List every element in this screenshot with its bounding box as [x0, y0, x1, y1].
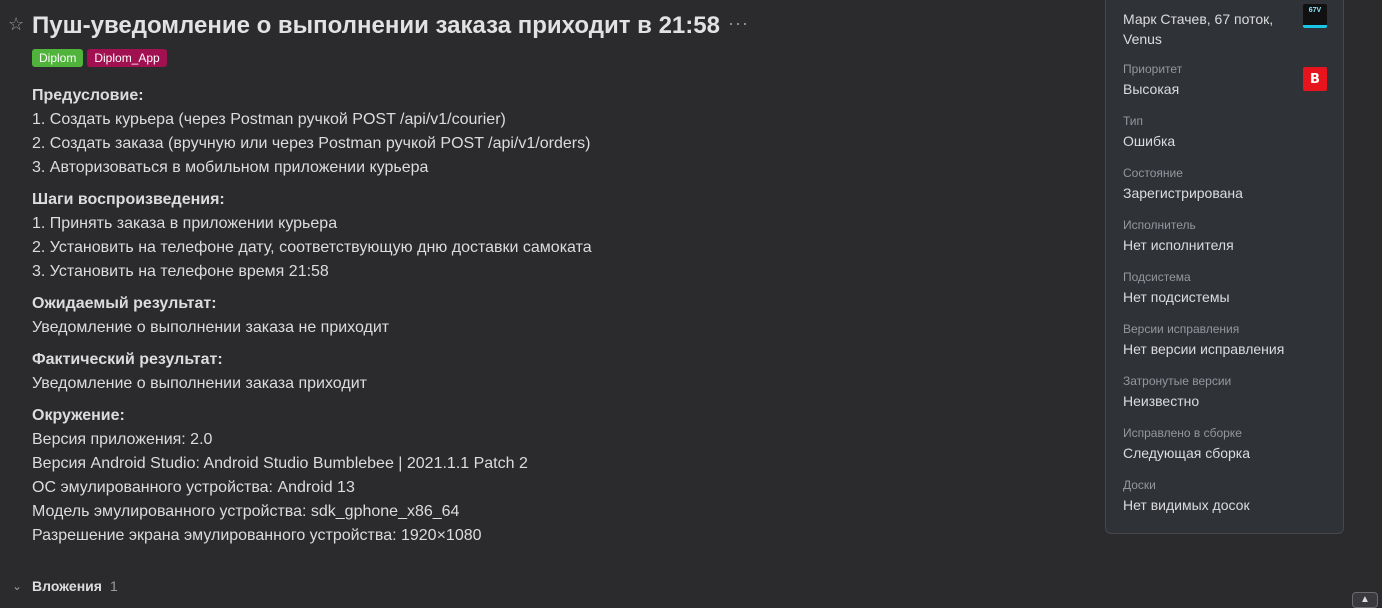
field-label: Исправлено в сборке — [1123, 426, 1242, 440]
priority-badge: В — [1303, 67, 1327, 91]
description-line: 3. Авторизоваться в мобильном приложении… — [32, 159, 429, 176]
description-line: Разрешение экрана эмулированного устройс… — [32, 527, 482, 544]
field-label: Доски — [1123, 478, 1156, 492]
field-label: Затронутые версии — [1123, 374, 1232, 388]
arrow-up-icon: ▲ — [1360, 594, 1370, 605]
issue-fields-panel: Марк Стачев, 67 поток, Venus 67V Приорит… — [1105, 0, 1344, 534]
section-expected: Ожидаемый результат: Уведомление о выпол… — [32, 292, 1092, 340]
description-line: Уведомление о выполнении заказа приходит — [32, 375, 367, 392]
issue-title: Пуш-уведомление о выполнении заказа прих… — [32, 12, 720, 39]
field-value: Нет версии исправления — [1123, 341, 1285, 357]
scroll-to-top-button[interactable]: ▲ — [1352, 592, 1378, 608]
field-type[interactable]: Тип Ошибка — [1123, 113, 1323, 151]
description-line: 1. Создать курьера (через Postman ручкой… — [32, 111, 506, 128]
reporter-avatar[interactable]: 67V — [1303, 4, 1327, 28]
field-affected-versions[interactable]: Затронутые версии Неизвестно — [1123, 373, 1323, 411]
field-value: Высокая — [1123, 81, 1180, 97]
description-line: 2. Установить на телефоне дату, соответс… — [32, 239, 592, 256]
field-state[interactable]: Состояние Зарегистрирована — [1123, 165, 1323, 203]
field-value: Ошибка — [1123, 133, 1176, 149]
description-line: 3. Установить на телефоне время 21:58 — [32, 263, 329, 280]
section-heading: Шаги воспроизведения: — [32, 191, 225, 208]
tag-diplom[interactable]: Diplom — [32, 49, 84, 67]
field-reporter[interactable]: Марк Стачев, 67 поток, Venus — [1123, 7, 1293, 49]
star-icon[interactable]: ☆ — [8, 15, 26, 33]
description-line: 2. Создать заказа (вручную или через Pos… — [32, 135, 591, 152]
description-line: Модель эмулированного устройства: sdk_gp… — [32, 503, 460, 520]
reporter-name: Марк Стачев, 67 поток, Venus — [1123, 11, 1274, 47]
field-fix-versions[interactable]: Версии исправления Нет версии исправлени… — [1123, 321, 1323, 359]
description-line: Версия приложения: 2.0 — [32, 431, 213, 448]
section-environment: Окружение: Версия приложения: 2.0 Версия… — [32, 404, 1092, 548]
description-line: 1. Принять заказа в приложении курьера — [32, 215, 338, 232]
tag-list: Diplom Diplom_App — [32, 49, 167, 67]
description-line: ОС эмулированного устройства: Android 13 — [32, 479, 355, 496]
field-fixed-in-build[interactable]: Исправлено в сборке Следующая сборка — [1123, 425, 1323, 463]
section-steps: Шаги воспроизведения: 1. Принять заказа … — [32, 188, 1092, 284]
field-label: Тип — [1123, 114, 1144, 128]
section-heading: Фактический результат: — [32, 351, 223, 368]
field-label: Состояние — [1123, 166, 1183, 180]
attachments-label: Вложения — [32, 578, 102, 594]
section-heading: Предусловие: — [32, 87, 144, 104]
field-priority[interactable]: Приоритет Высокая — [1123, 61, 1323, 99]
field-value: Нет видимых досок — [1123, 497, 1250, 513]
section-heading: Окружение: — [32, 407, 125, 424]
section-preconditions: Предусловие: 1. Создать курьера (через P… — [32, 84, 1092, 180]
section-heading: Ожидаемый результат: — [32, 295, 217, 312]
more-options-icon[interactable]: ··· — [728, 13, 748, 34]
field-boards[interactable]: Доски Нет видимых досок — [1123, 477, 1323, 515]
section-actual: Фактический результат: Уведомление о вып… — [32, 348, 1092, 396]
issue-description: Предусловие: 1. Создать курьера (через P… — [32, 84, 1092, 556]
attachments-toggle[interactable]: ⌄ Вложения 1 — [10, 578, 118, 594]
field-value: Нет исполнителя — [1123, 237, 1234, 253]
field-value: Следующая сборка — [1123, 445, 1251, 461]
field-label: Исполнитель — [1123, 218, 1196, 232]
field-value: Нет подсистемы — [1123, 289, 1230, 305]
description-line: Версия Android Studio: Android Studio Bu… — [32, 455, 528, 472]
tag-diplom-app[interactable]: Diplom_App — [87, 49, 167, 67]
field-subsystem[interactable]: Подсистема Нет подсистемы — [1123, 269, 1323, 307]
chevron-down-icon: ⌄ — [11, 579, 23, 593]
field-label: Подсистема — [1123, 270, 1191, 284]
field-value: Зарегистрирована — [1123, 185, 1243, 201]
field-label: Приоритет — [1123, 62, 1183, 76]
field-value: Неизвестно — [1123, 393, 1200, 409]
attachments-count: 1 — [109, 578, 118, 594]
field-assignee[interactable]: Исполнитель Нет исполнителя — [1123, 217, 1323, 255]
field-label: Версии исправления — [1123, 322, 1240, 336]
description-line: Уведомление о выполнении заказа не прихо… — [32, 319, 390, 336]
